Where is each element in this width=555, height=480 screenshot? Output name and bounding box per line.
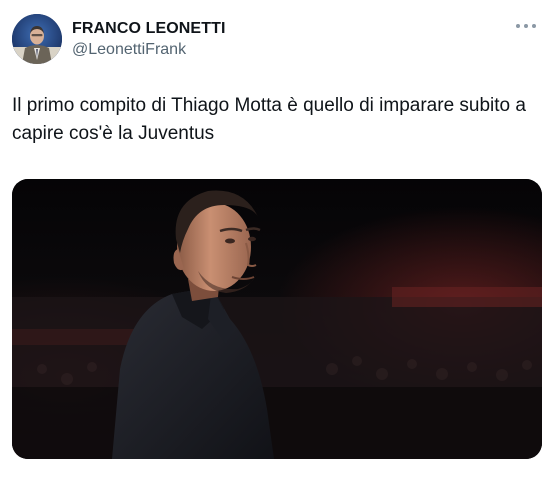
tweet: FRANCO LEONETTI @LeonettiFrank Il primo …	[0, 0, 555, 480]
more-horizontal-icon[interactable]	[515, 20, 537, 32]
profile-photo-icon	[12, 14, 62, 64]
photo-image	[12, 179, 542, 459]
author-handle[interactable]: @LeonettiFrank	[72, 40, 226, 60]
tweet-photo[interactable]	[12, 179, 542, 459]
display-name[interactable]: FRANCO LEONETTI	[72, 19, 226, 39]
tweet-text: Il primo compito di Thiago Motta è quell…	[12, 95, 526, 144]
author-names: FRANCO LEONETTI @LeonettiFrank	[72, 19, 226, 60]
avatar[interactable]	[12, 14, 62, 64]
tweet-header: FRANCO LEONETTI @LeonettiFrank	[12, 14, 543, 64]
